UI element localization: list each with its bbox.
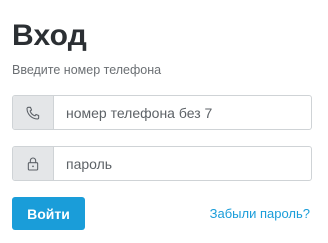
phone-input[interactable] bbox=[54, 96, 311, 129]
password-input[interactable] bbox=[54, 147, 311, 180]
login-form: Вход Введите номер телефона Войти Забыли… bbox=[0, 0, 328, 243]
phone-field-group bbox=[12, 95, 312, 130]
page-subtitle: Введите номер телефона bbox=[12, 63, 162, 77]
forgot-password-link[interactable]: Забыли пароль? bbox=[210, 206, 310, 222]
phone-icon bbox=[13, 96, 54, 129]
page-title: Вход bbox=[12, 19, 87, 52]
login-button[interactable]: Войти bbox=[12, 197, 85, 230]
password-field-group bbox=[12, 146, 312, 181]
lock-icon bbox=[13, 147, 54, 180]
